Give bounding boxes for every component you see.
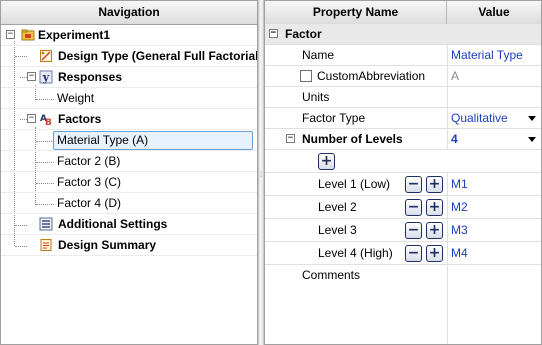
insert-level-button[interactable]: +	[426, 176, 443, 193]
tree-item-design-type[interactable]: Design Type (General Full Factorial)	[1, 46, 257, 67]
collapse-toggle-icon[interactable]: −	[6, 30, 15, 39]
tree-item-factor-2[interactable]: Factor 2 (B)	[1, 151, 257, 172]
tree-item-design-summary[interactable]: Design Summary	[1, 235, 257, 256]
responses-y-icon: y	[39, 70, 53, 84]
experiment-folder-icon	[21, 29, 35, 41]
tree-item-weight[interactable]: Weight	[1, 88, 257, 109]
tree-item-label: Factor 3 (C)	[57, 175, 122, 189]
tree-item-factor-4[interactable]: Factor 4 (D)	[1, 193, 257, 214]
tree-item-material-type[interactable]: Material Type (A)	[1, 130, 257, 151]
remove-level-button[interactable]: −	[405, 176, 422, 193]
tree-item-responses[interactable]: − y Responses	[1, 67, 257, 88]
tree-item-label: Design Summary	[58, 238, 157, 252]
level-value[interactable]: M1	[451, 173, 468, 193]
level-value[interactable]: M2	[451, 196, 468, 216]
level-value[interactable]: M3	[451, 219, 468, 239]
property-row-factor-type[interactable]: Factor Type Qualitative	[265, 108, 541, 129]
property-name-column-header: Property Name	[265, 1, 447, 24]
insert-level-button[interactable]: +	[426, 245, 443, 262]
remove-level-button[interactable]: −	[405, 245, 422, 262]
category-label: Factor	[285, 27, 322, 41]
property-row-level-3[interactable]: Level 3 − + M3	[265, 219, 541, 242]
column-divider	[447, 173, 448, 196]
collapse-toggle-icon[interactable]: −	[27, 114, 36, 123]
collapse-toggle-icon[interactable]: −	[269, 29, 278, 38]
column-divider	[447, 45, 448, 66]
property-label: Level 3	[318, 223, 357, 237]
remove-level-button[interactable]: −	[405, 199, 422, 216]
custom-abbreviation-checkbox[interactable]	[300, 70, 312, 82]
tree-item-label: Responses	[58, 70, 123, 84]
column-divider	[447, 265, 448, 344]
property-row-comments[interactable]: Comments	[265, 265, 541, 344]
column-divider	[447, 242, 448, 265]
design-summary-icon	[40, 239, 52, 251]
value-column-header: Value	[478, 5, 510, 19]
insert-level-button[interactable]: +	[426, 222, 443, 239]
svg-text:B: B	[45, 118, 52, 126]
category-row-factor[interactable]: − Factor	[265, 24, 541, 45]
property-row-add-level: +	[265, 150, 541, 173]
column-divider	[447, 108, 448, 129]
design-type-icon	[40, 50, 52, 62]
property-row-level-4[interactable]: Level 4 (High) − + M4	[265, 242, 541, 265]
tree-item-experiment1[interactable]: − Experiment1	[1, 25, 257, 46]
tree-item-label: Weight	[57, 91, 95, 105]
number-of-levels-select[interactable]: 4	[451, 129, 458, 149]
property-grid-header: Property Name Value	[265, 1, 541, 25]
remove-level-button[interactable]: −	[405, 222, 422, 239]
tree-item-label: Factor 4 (D)	[57, 196, 122, 210]
tree-item-label: Additional Settings	[58, 217, 168, 231]
tree-item-additional-settings[interactable]: Additional Settings	[1, 214, 257, 235]
dropdown-arrow-icon[interactable]	[528, 137, 536, 142]
collapse-toggle-icon[interactable]: −	[27, 72, 36, 81]
property-label: Comments	[302, 268, 361, 282]
navigation-header: Navigation	[1, 1, 257, 25]
property-value-name[interactable]: Material Type	[451, 45, 523, 65]
column-divider	[447, 129, 448, 150]
column-divider	[447, 196, 448, 219]
property-row-level-1[interactable]: Level 1 (Low) − + M1	[265, 173, 541, 196]
property-label: Factor Type	[302, 111, 366, 125]
property-row-custom-abbreviation[interactable]: CustomAbbreviation A	[265, 66, 541, 87]
property-label: Units	[302, 90, 330, 104]
settings-list-icon	[39, 217, 53, 231]
column-divider	[447, 219, 448, 242]
tree-item-label: Design Type (General Full Factorial)	[58, 49, 258, 63]
svg-text:y: y	[42, 71, 50, 84]
property-value-abbreviation: A	[451, 69, 460, 83]
property-label: Name	[302, 48, 335, 62]
tree-item-label: Material Type (A)	[57, 133, 149, 147]
property-row-level-2[interactable]: Level 2 − + M2	[265, 196, 541, 219]
insert-level-button[interactable]: +	[426, 199, 443, 216]
tree-item-label: Experiment1	[38, 28, 111, 42]
tree-item-factor-3[interactable]: Factor 3 (C)	[1, 172, 257, 193]
add-level-button[interactable]: +	[318, 153, 335, 170]
collapse-toggle-icon[interactable]: −	[286, 134, 295, 143]
property-label: Number of Levels	[302, 132, 403, 146]
column-divider	[447, 66, 448, 87]
factor-type-select[interactable]: Qualitative	[451, 108, 508, 128]
navigation-pane: Navigation − Experiment1 Design Type (Ge…	[0, 0, 258, 345]
property-label: Level 1 (Low)	[318, 177, 391, 191]
property-row-units[interactable]: Units	[265, 87, 541, 108]
tree-item-label: Factor 2 (B)	[57, 154, 121, 168]
property-label: CustomAbbreviation	[317, 69, 426, 83]
column-divider	[447, 87, 448, 108]
dropdown-arrow-icon[interactable]	[528, 116, 536, 121]
property-label: Level 4 (High)	[318, 246, 393, 260]
property-row-name[interactable]: Name Material Type	[265, 45, 541, 66]
splitter-grip-icon: ⁞	[260, 172, 262, 179]
level-value[interactable]: M4	[451, 242, 468, 262]
factors-ab-icon: A B	[40, 114, 52, 126]
tree-item-label: Factors	[58, 112, 102, 126]
property-grid: Property Name Value − Factor Name Materi…	[264, 0, 542, 345]
property-label: Level 2	[318, 200, 357, 214]
property-row-number-of-levels[interactable]: − Number of Levels 4	[265, 129, 541, 150]
tree-item-factors[interactable]: − A B Factors	[1, 109, 257, 130]
